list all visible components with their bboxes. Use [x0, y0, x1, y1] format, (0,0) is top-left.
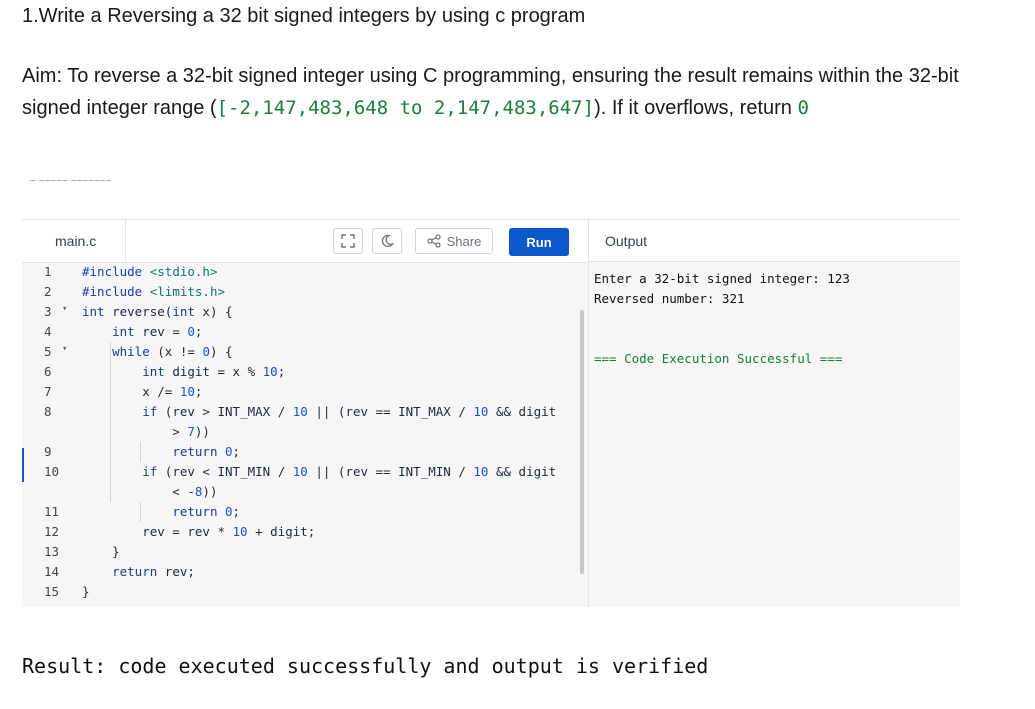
run-button[interactable]: Run — [509, 228, 569, 256]
output-line: Reversed number: 321 — [594, 291, 745, 306]
line-number: 10 — [44, 464, 60, 479]
code-line: 4 int rev = 0; — [22, 324, 588, 344]
aim-paragraph: Aim: To reverse a 32-bit signed integer … — [22, 60, 1012, 124]
cropped-caption: ~ ~~~~~ ~~~~~~~ — [30, 180, 112, 187]
code-line: 11 return 0; — [22, 504, 588, 524]
code-line: 7 x /= 10; — [22, 384, 588, 404]
line-number: 12 — [44, 524, 60, 539]
code-line: < -8)) — [22, 484, 588, 504]
editor-toolbar: main.c Share Run — [22, 220, 588, 263]
fold-arrow-icon[interactable]: ▾ — [62, 304, 67, 314]
question-title: 1.Write a Reversing a 32 bit signed inte… — [22, 5, 586, 27]
line-number: 8 — [44, 404, 52, 419]
share-button[interactable]: Share — [415, 228, 493, 254]
code-text: int reverse(int x) { — [82, 304, 233, 319]
code-text: while (x != 0) { — [112, 344, 233, 359]
code-text: return rev; — [112, 564, 195, 579]
line-number: 14 — [44, 564, 60, 579]
code-editor[interactable]: 1 #include <stdio.h> 2 #include <limits.h> 3… — [22, 263, 588, 607]
code-line: 10 if (rev < INT_MIN / 10 || (rev == INT… — [22, 464, 588, 484]
code-line: 1 #include <stdio.h> — [22, 264, 588, 284]
line-number: 11 — [44, 504, 60, 519]
moon-icon — [381, 234, 394, 248]
share-icon — [427, 234, 441, 248]
code-line: 8 if (rev > INT_MAX / 10 || (rev == INT_… — [22, 404, 588, 424]
code-text: if (rev < INT_MIN / 10 || (rev == INT_MI… — [142, 464, 557, 479]
code-text: #include <stdio.h> — [82, 264, 218, 279]
code-text: x /= 10; — [82, 384, 203, 399]
code-line: 5 ▾ while (x != 0) { — [22, 344, 588, 364]
code-line: > 7)) — [22, 424, 588, 444]
code-line: 12 rev = rev * 10 + digit; — [22, 524, 588, 544]
line-number: 15 — [44, 584, 60, 599]
result-text: Result: code executed successfully and o… — [22, 654, 709, 678]
code-line: 3 ▾ int reverse(int x) { — [22, 304, 588, 324]
code-text: rev = rev * 10 + digit; — [82, 524, 316, 539]
aim-return-code: 0 — [797, 97, 809, 119]
fullscreen-icon — [341, 234, 355, 248]
code-text: > 7)) — [82, 424, 210, 439]
line-number: 6 — [44, 364, 52, 379]
code-text: } — [82, 544, 120, 559]
gutter-marker — [22, 448, 24, 482]
code-text: int rev = 0; — [112, 324, 203, 339]
line-number: 7 — [44, 384, 52, 399]
file-tab-main-c[interactable]: main.c — [22, 220, 126, 262]
output-line: === Code Execution Successful === — [594, 351, 843, 366]
fullscreen-button[interactable] — [333, 228, 363, 254]
output-panel: Enter a 32-bit signed integer: 123 Revers… — [588, 263, 961, 607]
line-number: 13 — [44, 544, 60, 559]
code-text: if (rev > INT_MAX / 10 || (rev == INT_MA… — [142, 404, 557, 419]
code-line: 13 } — [22, 544, 588, 564]
line-number: 2 — [44, 284, 52, 299]
code-text: return 0; — [172, 444, 241, 459]
line-number: 4 — [44, 324, 52, 339]
output-line: Enter a 32-bit signed integer: 123 — [594, 271, 850, 286]
code-line: 6 int digit = x % 10; — [22, 364, 588, 384]
fold-arrow-icon[interactable]: ▾ — [62, 344, 67, 354]
code-text: return 0; — [172, 504, 241, 519]
share-label: Share — [446, 233, 482, 249]
online-compiler: main.c Share Run 1 #include <stdio.h> 2 #in… — [22, 219, 960, 607]
editor-scrollbar[interactable] — [580, 310, 584, 574]
aim-range-code: [-2,147,483,648 to 2,147,483,647] — [216, 97, 595, 119]
code-line: 14 return rev; — [22, 564, 588, 584]
theme-toggle-button[interactable] — [372, 228, 402, 254]
code-text: } — [82, 584, 90, 599]
code-text: #include <limits.h> — [82, 284, 226, 299]
output-header: Output — [588, 220, 960, 262]
line-number: 9 — [44, 444, 52, 459]
code-text: int digit = x % 10; — [142, 364, 286, 379]
code-text: < -8)) — [82, 484, 218, 499]
code-line: 9 return 0; — [22, 444, 588, 464]
line-number: 1 — [44, 264, 52, 279]
code-line: 2 #include <limits.h> — [22, 284, 588, 304]
aim-text-middle: ). If it overflows, return — [594, 97, 798, 119]
code-line: 15} — [22, 584, 588, 604]
